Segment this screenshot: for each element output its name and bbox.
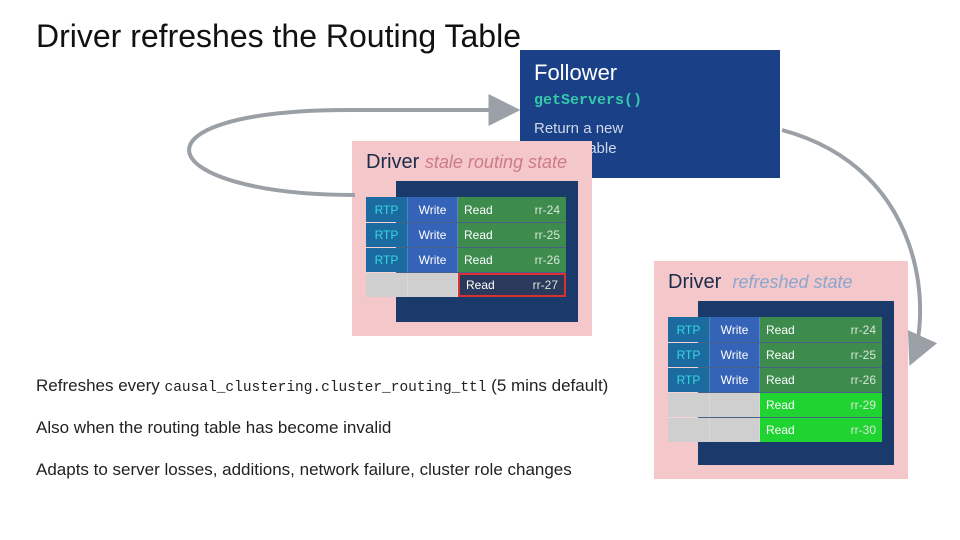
cell-rtp: [366, 273, 408, 297]
read-label: Read: [766, 348, 795, 362]
follower-desc-line1: Return a new: [534, 120, 623, 137]
cell-read: Read rr-24: [760, 317, 882, 342]
cell-rtp: RTP: [366, 248, 408, 272]
fresh-state-label: refreshed state: [732, 272, 852, 292]
read-node: rr-25: [851, 348, 876, 362]
follower-title: Follower: [534, 60, 766, 86]
read-node: rr-29: [851, 398, 876, 412]
cell-read: Read rr-26: [760, 368, 882, 392]
table-row: Read rr-27: [366, 272, 566, 297]
read-label: Read: [766, 373, 795, 387]
driver-fresh-header: Driver refreshed state: [668, 271, 894, 294]
stale-routing-table: RTPWriteReadrr-24RTPWriteReadrr-25RTPWri…: [366, 197, 566, 297]
table-row: RTPWrite Read rr-25: [366, 222, 566, 247]
cell-read: Read rr-24: [458, 197, 566, 222]
table-row: Read rr-30: [668, 417, 882, 442]
stale-state-label: stale routing state: [425, 152, 567, 172]
cell-read: Read rr-26: [458, 248, 566, 272]
note-adapts: Adapts to server losses, additions, netw…: [36, 460, 676, 480]
cell-read: Read rr-25: [458, 223, 566, 247]
cell-read: Read rr-27: [458, 273, 566, 297]
cell-rtp: RTP: [668, 343, 710, 367]
read-node: rr-24: [535, 203, 560, 217]
table-row: RTPWrite Read rr-24: [668, 317, 882, 342]
read-node: rr-25: [535, 228, 560, 242]
cell-read: Read rr-25: [760, 343, 882, 367]
cell-write: Write: [408, 223, 458, 247]
cell-rtp: RTP: [366, 197, 408, 222]
read-label: Read: [464, 203, 493, 217]
page-title: Driver refreshes the Routing Table: [36, 18, 521, 55]
read-label: Read: [766, 323, 795, 337]
read-node: rr-26: [535, 253, 560, 267]
cell-rtp: RTP: [668, 317, 710, 342]
read-label: Read: [464, 253, 493, 267]
driver-panel-stale: Driver stale routing state RTPWriteReadr…: [352, 141, 592, 336]
notes-block: Refreshes every causal_clustering.cluste…: [36, 376, 676, 502]
read-label: Read: [464, 228, 493, 242]
table-row: RTPWrite Read rr-25: [668, 342, 882, 367]
cell-write: [710, 393, 760, 417]
read-label: Read: [466, 278, 495, 292]
note-ttl-code: causal_clustering.cluster_routing_ttl: [165, 380, 487, 396]
cell-write: [710, 418, 760, 442]
cell-write: Write: [408, 197, 458, 222]
read-node: rr-27: [533, 278, 558, 292]
read-label: Read: [766, 398, 795, 412]
cell-write: Write: [710, 368, 760, 392]
fresh-routing-table: RTPWriteReadrr-24RTPWriteReadrr-25RTPWri…: [668, 317, 882, 442]
driver-label-fresh: Driver: [668, 271, 721, 293]
cell-rtp: RTP: [366, 223, 408, 247]
note-ttl-suffix: (5 mins default): [486, 376, 608, 395]
driver-stale-inner: RTPWriteReadrr-24RTPWriteReadrr-25RTPWri…: [396, 181, 578, 322]
cell-write: Write: [710, 317, 760, 342]
table-row: RTPWrite Read rr-24: [366, 197, 566, 222]
read-node: rr-24: [851, 323, 876, 337]
driver-stale-header: Driver stale routing state: [366, 151, 578, 174]
driver-fresh-inner: RTPWriteReadrr-24RTPWriteReadrr-25RTPWri…: [698, 301, 894, 465]
note-ttl: Refreshes every causal_clustering.cluste…: [36, 376, 676, 396]
follower-method: getServers(): [534, 92, 766, 109]
cell-write: [408, 273, 458, 297]
read-label: Read: [766, 423, 795, 437]
read-node: rr-26: [851, 373, 876, 387]
read-node: rr-30: [851, 423, 876, 437]
note-ttl-prefix: Refreshes every: [36, 376, 165, 395]
driver-panel-fresh: Driver refreshed state RTPWriteReadrr-24…: [654, 261, 908, 479]
cell-write: Write: [408, 248, 458, 272]
table-row: RTPWriteReadrr-26: [668, 367, 882, 392]
cell-read: Read rr-30: [760, 418, 882, 442]
table-row: Read rr-29: [668, 392, 882, 417]
table-row: RTPWrite Read rr-26: [366, 247, 566, 272]
note-invalid: Also when the routing table has become i…: [36, 418, 676, 438]
driver-label: Driver: [366, 151, 419, 173]
cell-write: Write: [710, 343, 760, 367]
cell-read: Read rr-29: [760, 393, 882, 417]
